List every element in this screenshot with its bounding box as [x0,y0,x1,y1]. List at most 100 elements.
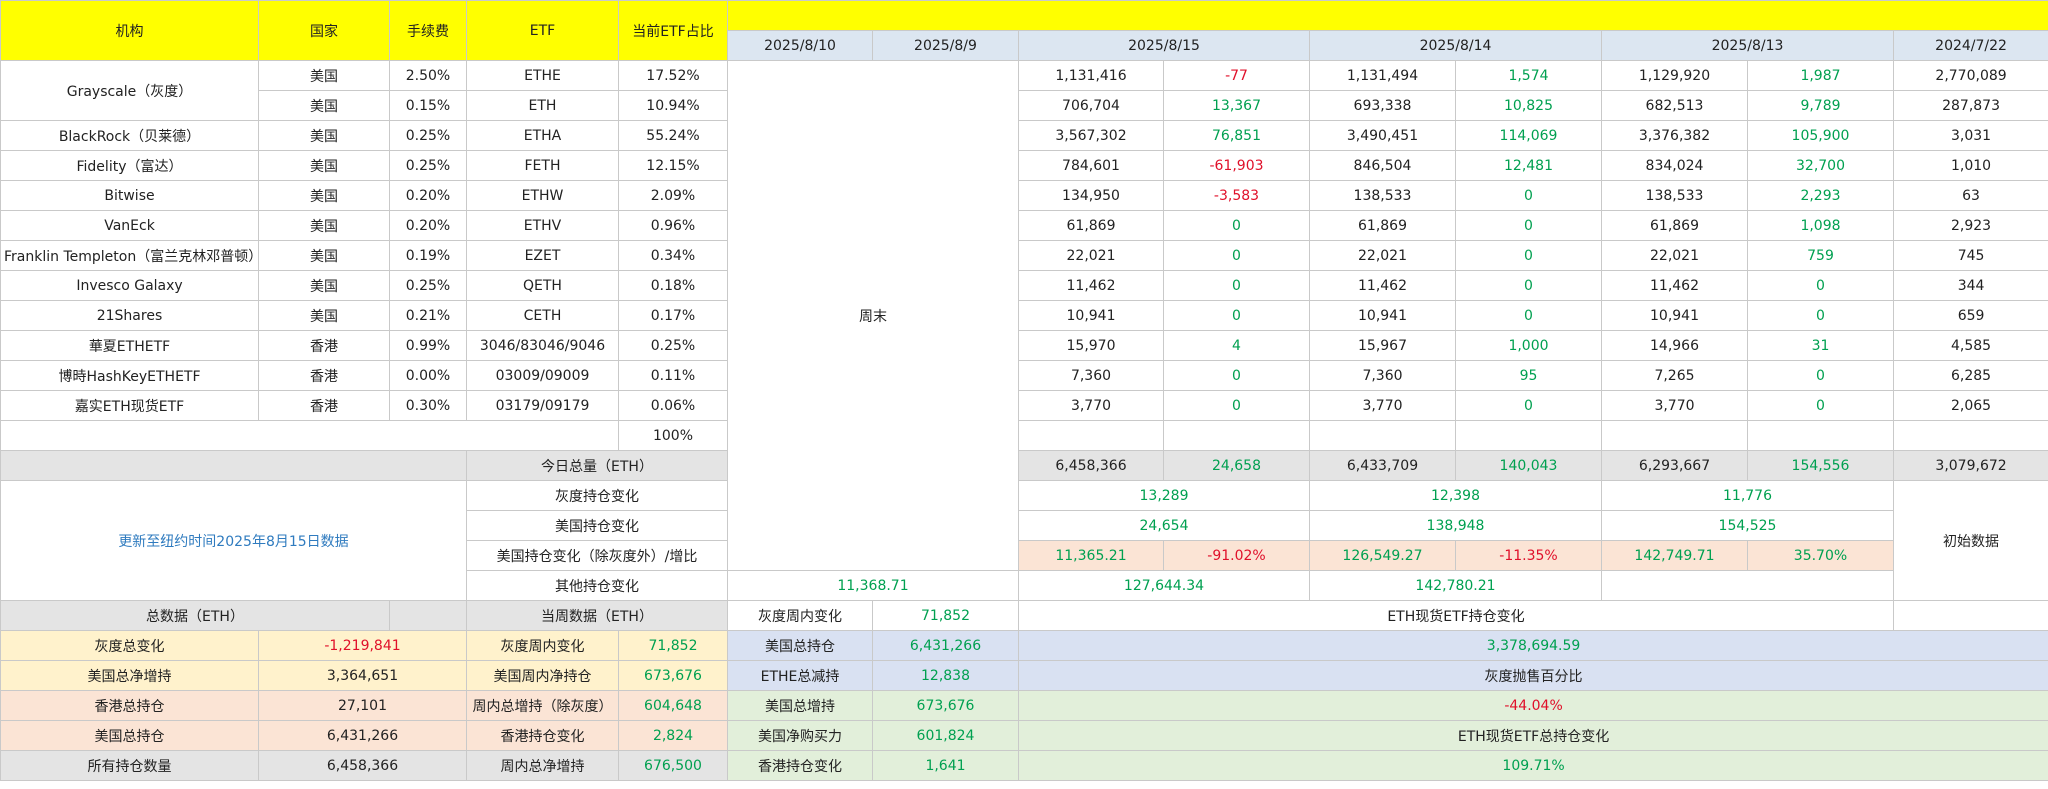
mid-value: 71,852 [872,600,1019,631]
share-cell: 10.94% [618,90,728,121]
week-label: 美国周内净持仓 [466,660,619,691]
holding-cell: 3,490,451 [1309,120,1456,151]
holding-cell: 4,585 [1892,330,2048,361]
change-pct: 35.70% [1747,540,1894,571]
change-cell: 0 [1455,270,1602,301]
change-cell: 0 [1163,240,1310,271]
org-cell: 嘉实ETH现货ETF [0,390,259,421]
change-value: 126,549.27 [1309,540,1456,571]
holding-cell: 3,770 [1309,390,1456,421]
change-cell: 0 [1747,360,1894,391]
fee-cell: 0.25% [389,150,467,181]
holding-cell: 134,950 [1018,180,1164,211]
org-cell: Franklin Templeton（富兰克林邓普顿） [0,240,259,271]
change-cell: 759 [1747,240,1894,271]
change-pct: -11.35% [1455,540,1602,571]
change-cell: 0 [1747,300,1894,331]
col-header-fee: 手续费 [389,0,467,61]
fee-cell: 0.15% [389,90,467,121]
empty-cell [1601,420,1748,451]
change-cell: 140,043 [1455,450,1602,481]
fee-cell: 0.00% [389,360,467,391]
row-label: 美国持仓变化（除灰度外）/增比 [466,540,728,571]
holding-cell: 7,360 [1018,360,1164,391]
total-row: 今日总量（ETH） 6,458,366 24,658 6,433,709 140… [0,450,2048,481]
change-cell: 114,069 [1455,120,1602,151]
change-value: 127,644.34 [1018,570,1310,601]
mid-label: 美国总持仓 [727,630,873,661]
mid-label: ETHE总减持 [727,660,873,691]
empty-cell [1018,420,1164,451]
holding-cell: 693,338 [1309,90,1456,121]
change-cell: 76,851 [1163,120,1310,151]
week-value: 604,648 [618,690,728,721]
change-value: 24,654 [1018,510,1310,541]
holding-cell: 1,129,920 [1601,60,1748,91]
table-row: VanEck 美国 0.20% ETHV 0.96% 61,869 0 61,8… [0,210,2048,241]
week-value: 2,824 [618,720,728,751]
change-cell: 0 [1163,300,1310,331]
mid-value: 1,641 [872,750,1019,781]
holding-cell: 63 [1892,180,2048,211]
holding-cell: 22,021 [1018,240,1164,271]
empty-cell [1892,600,2048,631]
week-data-header: 当周数据（ETH） [466,600,728,631]
table-row: 華夏ETHETF 香港 0.99% 3046/83046/9046 0.25% … [0,330,2048,361]
total-label: 美国总净增持 [0,660,259,691]
change-cell: 105,900 [1747,120,1894,151]
country-cell: 美国 [258,150,390,181]
mid-value: 12,838 [872,660,1019,691]
share-cell: 17.52% [618,60,728,91]
week-label: 香港持仓变化 [466,720,619,751]
holding-cell: 6,285 [1892,360,2048,391]
holding-cell: 11,462 [1309,270,1456,301]
country-cell: 美国 [258,210,390,241]
holding-cell: 10,941 [1018,300,1164,331]
week-value: 676,500 [618,750,728,781]
summary-row: 所有持仓数量 6,458,366 周内总净增持 676,500 香港持仓变化 1… [0,750,2048,781]
table-row: 21Shares 美国 0.21% CETH 0.17% 10,941 0 10… [0,300,2048,331]
total-label: 美国总持仓 [0,720,259,751]
total-data-header: 总数据（ETH） [0,600,390,631]
holding-cell: 2,923 [1892,210,2048,241]
total-value: 6,431,266 [258,720,467,751]
etf-cell: EZET [466,240,619,271]
summary-header-row: 总数据（ETH） 当周数据（ETH） 灰度周内变化 71,852 ETH现货ET… [0,600,2048,631]
change-cell: 0 [1455,210,1602,241]
mid-label: 美国净购买力 [727,720,873,751]
week-value: 673,676 [618,660,728,691]
org-cell: VanEck [0,210,259,241]
fee-cell: 0.19% [389,240,467,271]
holding-cell: 22,021 [1601,240,1748,271]
table-row: BlackRock（贝莱德） 美国 0.25% ETHA 55.24% 3,56… [0,120,2048,151]
mid-value: 673,676 [872,690,1019,721]
gray-change-row: 更新至纽约时间2025年8月15日数据 灰度持仓变化 13,289 12,398… [0,480,2048,601]
total-label: 所有持仓数量 [0,750,259,781]
change-cell: -61,903 [1163,150,1310,181]
country-cell: 美国 [258,270,390,301]
etf-cell: ETHE [466,60,619,91]
change-cell: 12,481 [1455,150,1602,181]
holding-cell: 3,770 [1601,390,1748,421]
holding-cell: 61,869 [1018,210,1164,241]
etf-cell: 3046/83046/9046 [466,330,619,361]
change-cell: 32,700 [1747,150,1894,181]
header-yellow-band [726,0,2048,31]
org-cell: Fidelity（富达） [0,150,259,181]
change-cell: 0 [1163,390,1310,421]
org-cell: 21Shares [0,300,259,331]
country-cell: 香港 [258,390,390,421]
summary-row: 香港总持仓 27,101 周内总增持（除灰度） 604,648 美国总增持 67… [0,690,2048,721]
holding-cell: 10,941 [1601,300,1748,331]
etf-cell: 03179/09179 [466,390,619,421]
holding-cell: 3,376,382 [1601,120,1748,151]
right-label: ETH现货ETF持仓变化 [1018,600,1894,631]
change-cell: 0 [1163,210,1310,241]
share-cell: 12.15% [618,150,728,181]
holding-cell: 11,462 [1018,270,1164,301]
holding-cell: 3,770 [1018,390,1164,421]
row-label: 其他持仓变化 [466,570,728,601]
change-cell: 0 [1747,270,1894,301]
total-value: 3,364,651 [258,660,467,691]
empty-cell [1309,420,1456,451]
